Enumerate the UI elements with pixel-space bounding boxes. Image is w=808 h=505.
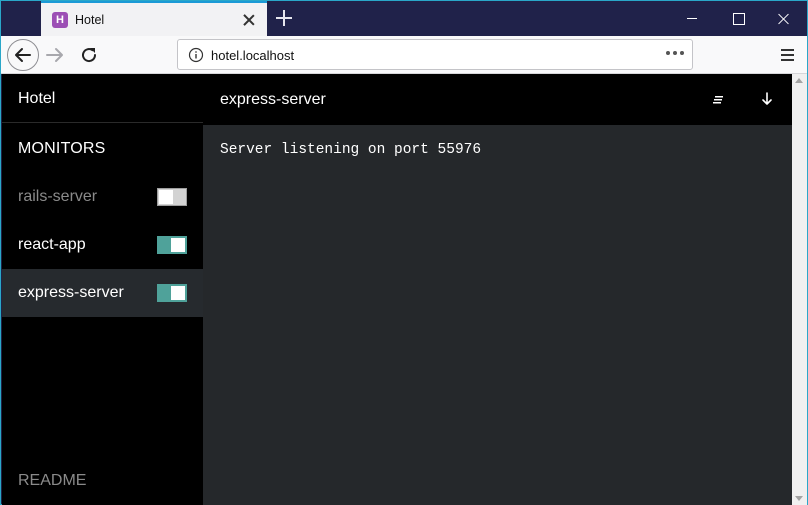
monitor-label: react-app xyxy=(18,236,86,253)
scroll-down-arrow-icon[interactable] xyxy=(795,496,803,501)
site-info-icon[interactable] xyxy=(188,47,204,63)
main-panel: express-server Server listening on port … xyxy=(203,74,792,505)
page-title: express-server xyxy=(220,91,326,108)
toggle-knob xyxy=(159,190,173,204)
monitor-toggle[interactable] xyxy=(157,284,187,302)
main-header: express-server xyxy=(203,74,792,125)
new-tab-icon[interactable] xyxy=(273,7,295,29)
monitors-heading: MONITORS xyxy=(18,140,106,157)
clear-output-icon[interactable] xyxy=(711,91,727,107)
monitor-item-rails-server[interactable]: rails-server xyxy=(2,173,203,221)
hamburger-menu-icon[interactable] xyxy=(778,46,798,64)
browser-tab[interactable]: H Hotel xyxy=(41,1,267,36)
monitor-toggle[interactable] xyxy=(157,188,187,206)
minimize-icon[interactable] xyxy=(669,1,715,36)
navigation-bar: hotel.localhost xyxy=(1,36,807,74)
monitor-item-react-app[interactable]: react-app xyxy=(2,221,203,269)
forward-arrow-icon[interactable] xyxy=(43,43,67,67)
url-text[interactable]: hotel.localhost xyxy=(211,48,294,63)
monitor-toggle[interactable] xyxy=(157,236,187,254)
back-arrow-icon[interactable] xyxy=(7,39,39,71)
monitor-label: rails-server xyxy=(18,188,98,205)
hotel-app: Hotel MONITORS rails-server react-app ex… xyxy=(2,74,792,505)
output-console[interactable]: Server listening on port 55976 xyxy=(203,125,792,505)
window-close-icon[interactable] xyxy=(761,1,807,36)
title-bar: H Hotel xyxy=(1,1,807,36)
tab-close-icon[interactable] xyxy=(241,12,257,28)
scroll-up-arrow-icon[interactable] xyxy=(795,78,803,83)
sidebar-divider xyxy=(2,122,203,123)
page-actions-icon[interactable] xyxy=(666,51,684,57)
monitor-item-express-server[interactable]: express-server xyxy=(2,269,203,317)
sidebar: Hotel MONITORS rails-server react-app ex… xyxy=(2,74,203,505)
monitor-label: express-server xyxy=(18,284,124,301)
scroll-down-icon[interactable] xyxy=(759,91,775,107)
toggle-knob xyxy=(171,238,185,252)
app-brand[interactable]: Hotel xyxy=(18,90,55,108)
maximize-icon[interactable] xyxy=(715,1,761,36)
reload-icon[interactable] xyxy=(77,43,101,67)
page-scrollbar[interactable] xyxy=(792,74,807,505)
url-bar[interactable]: hotel.localhost xyxy=(177,39,693,70)
readme-link[interactable]: README xyxy=(18,472,86,490)
toggle-knob xyxy=(171,286,185,300)
output-line: Server listening on port 55976 xyxy=(220,142,482,158)
browser-window: H Hotel hotel.localhost Hotel MONITORS r… xyxy=(0,0,808,505)
hotel-favicon-icon: H xyxy=(52,11,68,28)
tab-title: Hotel xyxy=(75,12,105,27)
